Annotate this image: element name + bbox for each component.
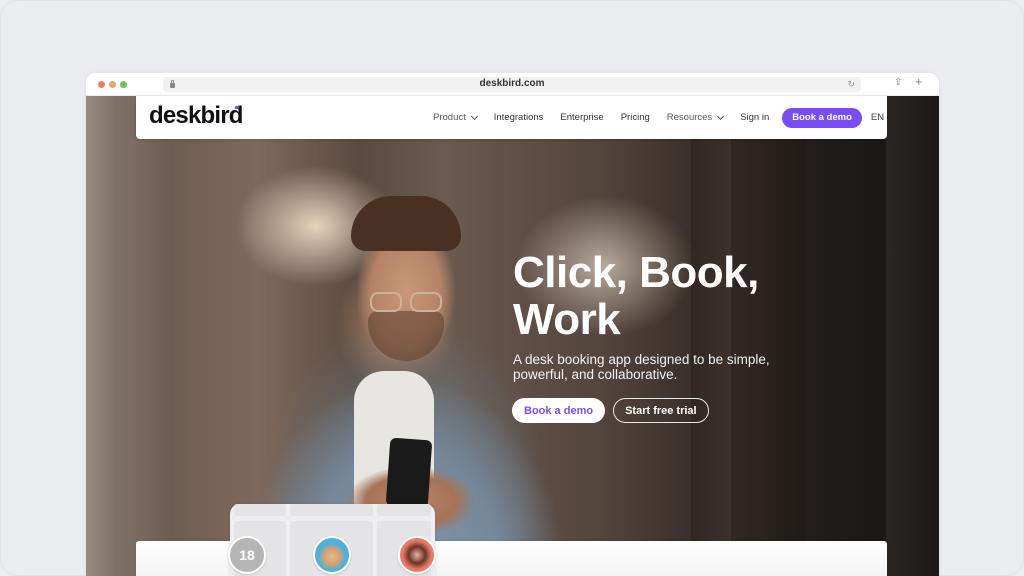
nav-item-integrations[interactable]: Integrations <box>494 112 544 123</box>
hero-section: deskbird Product Integrations Enterprise… <box>86 96 939 576</box>
chevron-down-icon <box>717 112 725 120</box>
language-selector[interactable]: EN <box>871 112 884 123</box>
desk-cell <box>234 504 286 516</box>
nav-item-resources[interactable]: Resources <box>666 112 725 123</box>
nav-item-product[interactable]: Product <box>433 112 478 123</box>
occupancy-count-badge: 18 <box>228 536 266 574</box>
start-free-trial-button[interactable]: Start free trial <box>613 398 709 423</box>
background-wall-dark <box>886 96 939 576</box>
hero-title: Click, Book, Work <box>513 248 759 344</box>
address-bar[interactable]: deskbird.com ↻ <box>163 77 861 92</box>
reload-icon[interactable]: ↻ <box>847 79 855 90</box>
browser-toolbar: deskbird.com ↻ ⇪ + <box>86 73 939 96</box>
nav-menu: Product Integrations Enterprise Pricing … <box>433 96 884 139</box>
nav-item-sign-in[interactable]: Sign in <box>740 112 769 123</box>
close-window-button[interactable] <box>98 81 105 88</box>
user-avatar <box>398 536 436 574</box>
new-tab-icon[interactable]: + <box>915 75 923 88</box>
nav-item-label: Enterprise <box>560 112 604 123</box>
deskbird-logo[interactable]: deskbird <box>149 102 243 130</box>
nav-item-label: Sign in <box>740 112 770 123</box>
user-avatar <box>313 536 351 574</box>
nav-item-enterprise[interactable]: Enterprise <box>560 112 603 123</box>
background-wall <box>86 96 116 576</box>
maximize-window-button[interactable] <box>120 81 127 88</box>
site-navbar: deskbird Product Integrations Enterprise… <box>136 96 887 139</box>
nav-book-demo-button[interactable]: Book a demo <box>782 107 862 128</box>
hero-actions: Book a demo Start free trial <box>512 398 709 423</box>
nav-item-pricing[interactable]: Pricing <box>621 112 650 123</box>
share-icon[interactable]: ⇪ <box>894 77 902 88</box>
minimize-window-button[interactable] <box>109 81 116 88</box>
chevron-down-icon <box>470 112 478 120</box>
book-demo-button[interactable]: Book a demo <box>512 398 606 423</box>
browser-window: deskbird.com ↻ ⇪ + deskbird Product Inte… <box>86 73 939 576</box>
hero-subtitle: A desk booking app designed to be simple… <box>513 352 770 382</box>
hero-photo-phone <box>385 437 433 509</box>
nav-item-label: Resources <box>666 112 713 123</box>
nav-item-label: Pricing <box>620 112 650 123</box>
hero-photo-person-hair <box>351 196 461 251</box>
nav-item-label: Integrations <box>493 112 544 123</box>
desk-cell <box>290 504 373 516</box>
nav-item-label: Product <box>433 112 466 123</box>
hero-photo-glasses <box>368 292 444 314</box>
desk-cell <box>377 504 431 516</box>
url-text: deskbird.com <box>479 78 545 89</box>
